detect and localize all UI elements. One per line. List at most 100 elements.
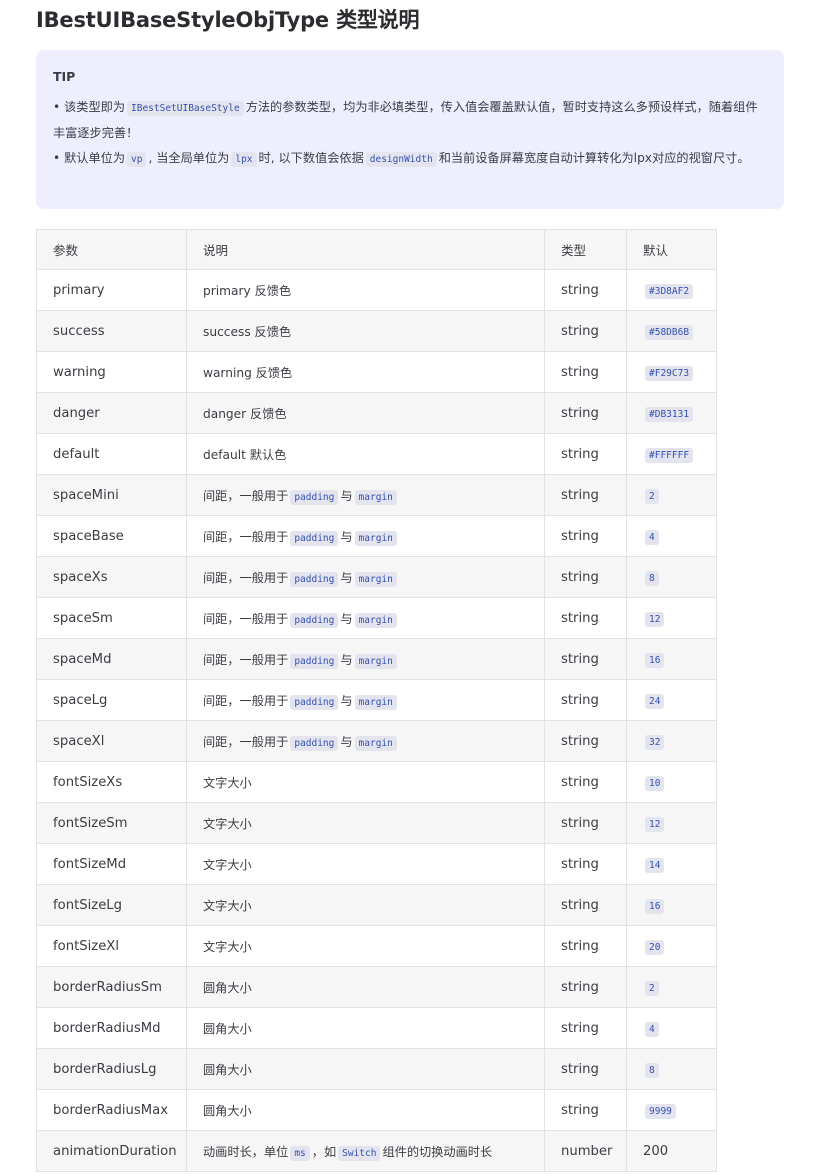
- param-type: string: [544, 843, 627, 885]
- default-value-code: 8: [645, 570, 659, 586]
- inline-code: padding: [290, 490, 339, 505]
- param-description: success 反馈色: [186, 310, 545, 352]
- page-title: IBestUIBaseStyleObjType 类型说明: [36, 8, 420, 32]
- param-default: 16: [626, 884, 717, 926]
- default-value-code: 2: [645, 488, 659, 504]
- param-name: animationDuration: [36, 1130, 187, 1172]
- param-description: 间距，一般用于 padding 与 margin: [186, 720, 545, 762]
- param-default: 4: [626, 1007, 717, 1049]
- description-text: 与: [340, 489, 353, 503]
- param-default: #FFFFFF: [626, 433, 717, 475]
- table-row: primary primary 反馈色 string #3D8AF2: [36, 269, 717, 311]
- param-default: 12: [626, 597, 717, 639]
- tip-line-1-prefix: • 该类型即为: [53, 100, 126, 114]
- param-name: warning: [36, 351, 187, 393]
- param-description: 圆角大小: [186, 1089, 545, 1131]
- inline-code: padding: [290, 613, 339, 628]
- inline-code: padding: [290, 572, 339, 587]
- param-default: 14: [626, 843, 717, 885]
- param-name: spaceXl: [36, 720, 187, 762]
- param-name: default: [36, 433, 187, 475]
- param-description: 动画时长，单位 ms ，如 Switch 组件的切换动画时长: [186, 1130, 545, 1172]
- description-text: 间距，一般用于: [203, 489, 289, 503]
- table-row: fontSizeLg 文字大小 string 16: [36, 884, 717, 926]
- default-value-code: #F29C73: [645, 365, 694, 381]
- default-value-code: #DB3131: [645, 406, 694, 422]
- default-value-code: 8: [645, 1062, 659, 1078]
- param-name: borderRadiusMd: [36, 1007, 187, 1049]
- table-row: spaceMd 间距，一般用于 padding 与 margin string 16: [36, 638, 717, 680]
- param-description: 间距，一般用于 padding 与 margin: [186, 638, 545, 680]
- default-value-code: 10: [645, 775, 665, 791]
- param-type: string: [544, 515, 627, 557]
- table-row: animationDuration 动画时长，单位 ms ，如 Switch 组件的切换动…: [36, 1130, 717, 1172]
- table-row: spaceXs 间距，一般用于 padding 与 margin string 8: [36, 556, 717, 598]
- param-default: 12: [626, 802, 717, 844]
- table-row: spaceSm 间距，一般用于 padding 与 margin string 12: [36, 597, 717, 639]
- param-description: 圆角大小: [186, 1007, 545, 1049]
- param-type: string: [544, 556, 627, 598]
- table-header-row: 参数 说明 类型 默认: [36, 229, 717, 270]
- param-type: string: [544, 474, 627, 516]
- tip-line-2: • 默认单位为 vp, 当全局单位为 lpx 时, 以下数值会依据 designWidt…: [53, 146, 767, 172]
- default-value-code: 4: [645, 1021, 659, 1037]
- table-row: borderRadiusMd 圆角大小 string 4: [36, 1007, 717, 1049]
- param-type: number: [544, 1130, 627, 1172]
- tip-line-2-prefix: • 默认单位为: [53, 151, 126, 165]
- param-name: spaceMd: [36, 638, 187, 680]
- description-text: 动画时长，单位: [203, 1145, 289, 1159]
- param-name: fontSizeXs: [36, 761, 187, 803]
- default-value-code: 20: [645, 939, 665, 955]
- table-row: success success 反馈色 string #58DB6B: [36, 310, 717, 352]
- table-row: borderRadiusLg 圆角大小 string 8: [36, 1048, 717, 1090]
- param-default: 16: [626, 638, 717, 680]
- table-row: fontSizeSm 文字大小 string 12: [36, 802, 717, 844]
- param-description: 文字大小: [186, 843, 545, 885]
- param-type: string: [544, 720, 627, 762]
- default-value-code: #FFFFFF: [645, 447, 694, 463]
- param-type: string: [544, 679, 627, 721]
- param-name: fontSizeSm: [36, 802, 187, 844]
- param-type: string: [544, 269, 627, 311]
- param-type: string: [544, 802, 627, 844]
- description-text: 间距，一般用于: [203, 571, 289, 585]
- param-default: 20: [626, 925, 717, 967]
- param-default: #3D8AF2: [626, 269, 717, 311]
- param-name: spaceMini: [36, 474, 187, 516]
- table-row: fontSizeXl 文字大小 string 20: [36, 925, 717, 967]
- param-name: borderRadiusLg: [36, 1048, 187, 1090]
- param-default: 24: [626, 679, 717, 721]
- inline-code: Switch: [338, 1146, 381, 1161]
- default-value-code: 2: [645, 980, 659, 996]
- header-type: 类型: [544, 229, 627, 270]
- param-description: 文字大小: [186, 884, 545, 926]
- inline-code: designWidth: [365, 152, 437, 167]
- default-value-code: 16: [645, 898, 665, 914]
- table-row: spaceXl 间距，一般用于 padding 与 margin string 32: [36, 720, 717, 762]
- param-name: primary: [36, 269, 187, 311]
- table-row: spaceLg 间距，一般用于 padding 与 margin string 24: [36, 679, 717, 721]
- param-type: string: [544, 761, 627, 803]
- param-type: string: [544, 638, 627, 680]
- param-default: 8: [626, 1048, 717, 1090]
- description-text: 与: [340, 694, 353, 708]
- tip-heading: TIP: [53, 69, 76, 84]
- param-default: 32: [626, 720, 717, 762]
- table-row: warning warning 反馈色 string #F29C73: [36, 351, 717, 393]
- table-row: spaceBase 间距，一般用于 padding 与 margin string 4: [36, 515, 717, 557]
- inline-code: margin: [354, 736, 397, 751]
- table-body: primary primary 反馈色 string #3D8AF2 success su…: [36, 269, 717, 1172]
- description-text: 与: [340, 612, 353, 626]
- param-description: 文字大小: [186, 925, 545, 967]
- inline-code: ms: [290, 1146, 310, 1161]
- inline-code: margin: [354, 572, 397, 587]
- default-value-code: 9999: [645, 1103, 676, 1119]
- tip-line-2-suffix: 和当前设备屏幕宽度自动计算转化为lpx对应的视窗尺寸。: [438, 151, 750, 165]
- inline-code: padding: [290, 531, 339, 546]
- param-description: 间距，一般用于 padding 与 margin: [186, 679, 545, 721]
- table-row: danger danger 反馈色 string #DB3131: [36, 392, 717, 434]
- description-text: 与: [340, 735, 353, 749]
- default-value-code: #3D8AF2: [645, 283, 694, 299]
- param-name: danger: [36, 392, 187, 434]
- inline-code: margin: [354, 695, 397, 710]
